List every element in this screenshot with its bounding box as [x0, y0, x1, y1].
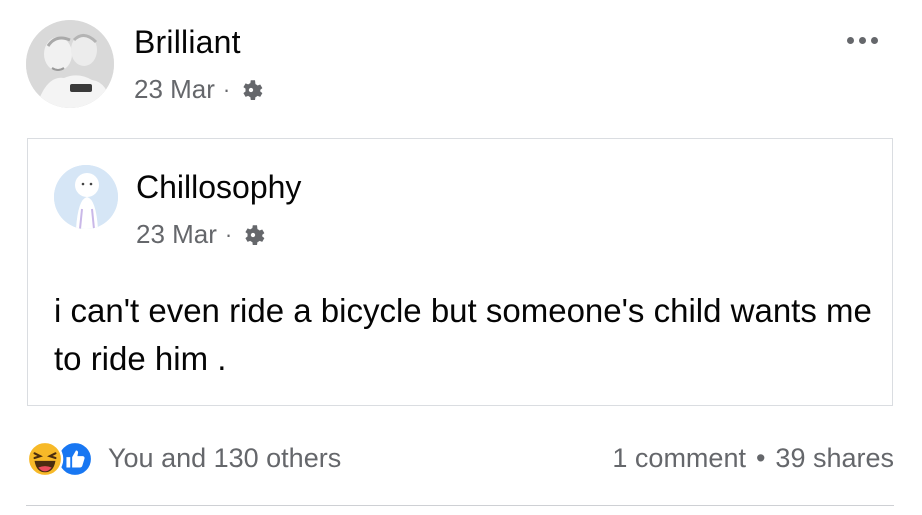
- gear-icon: [243, 79, 263, 100]
- post-text: i can't even ride a bicycle but someone'…: [54, 292, 872, 377]
- more-dot: [846, 36, 854, 44]
- shares-count[interactable]: 39 shares: [775, 443, 894, 474]
- reactions-count[interactable]: You and 130 others: [108, 443, 341, 474]
- shared-author-avatar[interactable]: [54, 165, 118, 229]
- reaction-icons: [26, 438, 100, 478]
- more-options-button[interactable]: [842, 30, 882, 50]
- shared-post-meta: 23 Mar ·: [136, 219, 266, 250]
- gear-icon: [245, 224, 265, 245]
- meta-separator: ·: [224, 221, 233, 247]
- statue-avatar-image: [26, 20, 114, 108]
- more-dot: [858, 36, 866, 44]
- shared-author-name[interactable]: Chillosophy: [136, 169, 301, 206]
- meta-separator: ·: [222, 76, 231, 102]
- post-meta: 23 Mar ·: [134, 74, 264, 105]
- post-header: Brilliant 23 Mar ·: [26, 20, 896, 112]
- shared-post-card[interactable]: Chillosophy 23 Mar · i can't even ride a…: [27, 138, 893, 406]
- bullet-separator: •: [755, 442, 766, 473]
- divider: [26, 505, 894, 506]
- haha-icon: [26, 440, 64, 478]
- figure-avatar-image: [54, 165, 118, 229]
- author-avatar[interactable]: [26, 20, 114, 108]
- author-name[interactable]: Brilliant: [134, 24, 241, 61]
- reactions-summary[interactable]: You and 130 others: [26, 438, 341, 478]
- shared-post-date[interactable]: 23 Mar: [136, 219, 217, 250]
- more-dot: [870, 36, 878, 44]
- engagement-bar: You and 130 others 1 comment • 39 shares: [26, 436, 894, 480]
- engagement-counts: 1 comment • 39 shares: [612, 443, 894, 474]
- comments-count[interactable]: 1 comment: [612, 443, 746, 474]
- post-date[interactable]: 23 Mar: [134, 74, 215, 105]
